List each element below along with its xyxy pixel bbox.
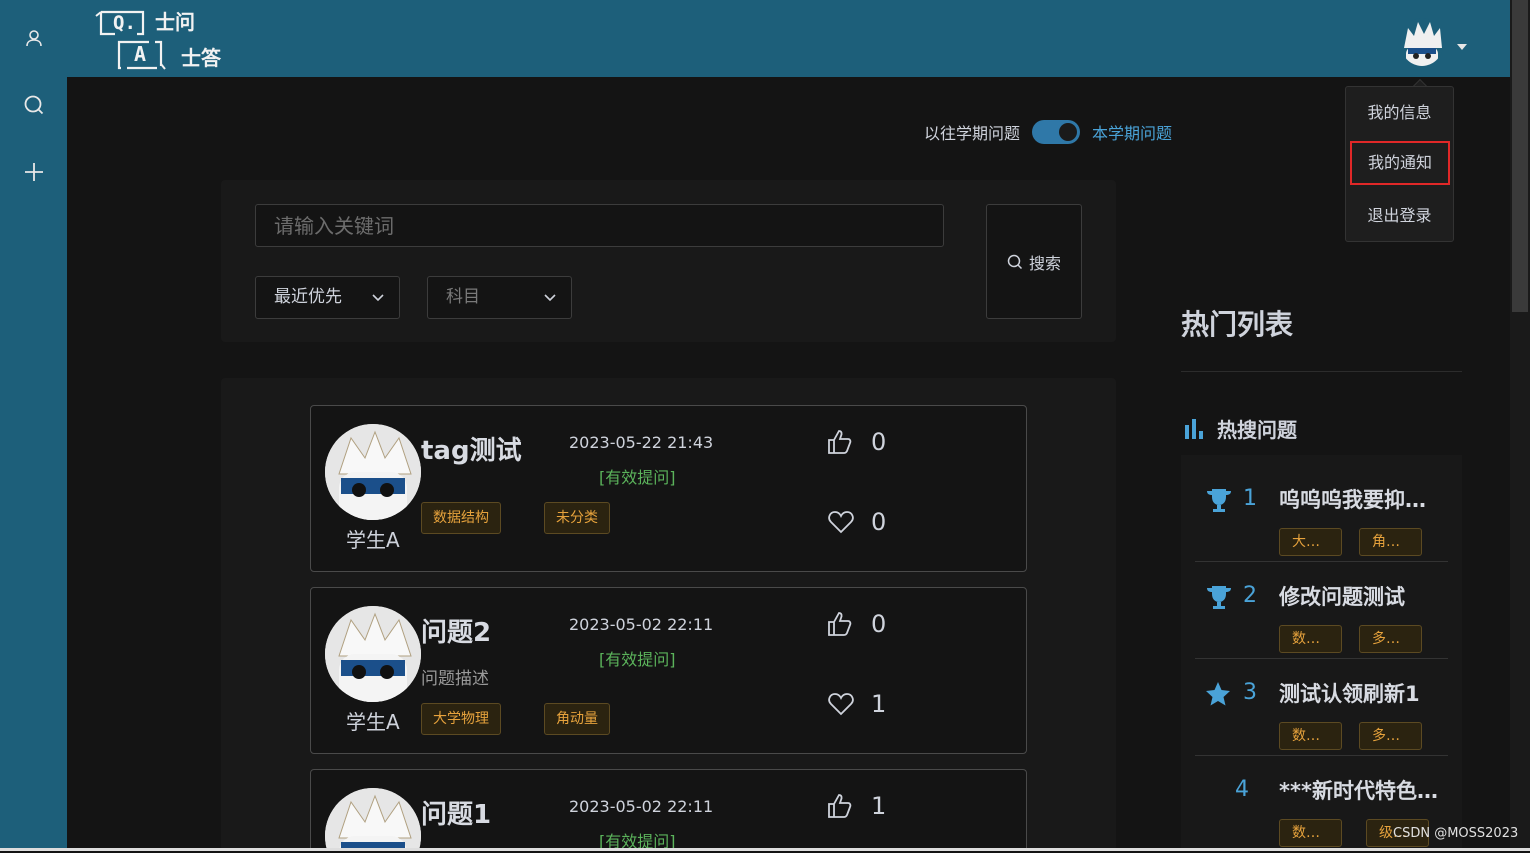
user-dropdown-menu: 我的信息 我的通知 退出登录	[1345, 86, 1454, 242]
like-metric: 0	[827, 610, 886, 638]
hot-item-tag[interactable]: 多…	[1359, 625, 1422, 653]
subject-select-value: 科目	[446, 287, 480, 307]
question-avatar	[325, 606, 421, 702]
chevron-down-icon	[544, 294, 556, 302]
hot-rank: 1	[1243, 486, 1257, 511]
question-title[interactable]: 问题1	[421, 794, 491, 831]
hot-item-tag[interactable]: 数…	[1279, 722, 1342, 750]
like-count: 0	[871, 428, 887, 456]
question-status: [有效提问]	[599, 650, 676, 669]
favorite-count: 1	[871, 690, 887, 718]
question-title[interactable]: 问题2	[421, 612, 491, 649]
menu-item-logout[interactable]: 退出登录	[1346, 196, 1453, 236]
favorite-metric: 0	[827, 508, 886, 536]
question-card[interactable]: 问题1 2023-05-02 22:11 [有效提问] 1	[310, 769, 1027, 851]
sort-select-value: 最近优先	[274, 287, 342, 307]
question-title[interactable]: tag测试	[421, 430, 522, 467]
logo-line1: 士问	[155, 10, 195, 34]
hot-item-tag[interactable]: 角…	[1359, 528, 1422, 556]
hot-list-title: 热门列表	[1181, 308, 1294, 341]
question-card[interactable]: 学生A 问题2 问题描述 2023-05-02 22:11 [有效提问] 大学物…	[310, 587, 1027, 754]
question-tag[interactable]: 未分类	[544, 502, 610, 534]
hot-item-title[interactable]: 测试认领刷新1	[1279, 678, 1420, 708]
hot-item-title[interactable]: 呜呜呜我要抑…	[1279, 484, 1426, 514]
favorite-count: 0	[871, 508, 887, 536]
watermark: CSDN @MOSS2023	[1393, 826, 1519, 841]
question-avatar	[325, 424, 421, 520]
thumbs-up-icon[interactable]	[827, 793, 855, 819]
question-user: 学生A	[346, 528, 400, 552]
user-icon[interactable]	[20, 24, 48, 52]
scrollbar-thumb[interactable]	[1512, 0, 1528, 312]
divider	[1181, 371, 1462, 372]
question-user: 学生A	[346, 710, 400, 734]
question-date: 2023-05-02 22:11	[569, 615, 714, 634]
hot-item-title[interactable]: ***新时代特色…	[1279, 775, 1438, 805]
logo-a: A	[134, 42, 147, 66]
add-icon[interactable]	[20, 158, 48, 186]
search-button-label: 搜索	[1028, 253, 1061, 273]
search-icon[interactable]	[20, 91, 48, 119]
like-count: 0	[871, 610, 887, 638]
logo-q: Q.	[113, 12, 136, 34]
user-avatar[interactable]	[1400, 18, 1444, 66]
chevron-down-icon	[372, 294, 384, 302]
term-toggle-row: 以往学期问题 本学期问题	[924, 118, 1172, 146]
hot-item-tag[interactable]: 数…	[1279, 819, 1342, 847]
question-avatar	[325, 788, 421, 851]
sidebar	[0, 0, 67, 851]
star-icon	[1206, 682, 1230, 706]
search-panel: 最近优先 科目 搜索	[221, 180, 1116, 342]
sort-select[interactable]: 最近优先	[255, 276, 400, 319]
top-header: Q. A 士问 士答	[67, 0, 1510, 77]
hot-item[interactable]: 1 呜呜呜我要抑… 大… 角…	[1195, 465, 1448, 562]
hot-item[interactable]: 3 测试认领刷新1 数… 多…	[1195, 659, 1448, 756]
heart-icon[interactable]	[827, 509, 855, 535]
thumbs-up-icon[interactable]	[827, 429, 855, 455]
question-tag[interactable]: 角动量	[544, 703, 610, 735]
trophy-icon	[1207, 489, 1231, 512]
question-date: 2023-05-02 22:11	[569, 797, 714, 816]
hot-item-title[interactable]: 修改问题测试	[1279, 581, 1405, 611]
logo-line2: 士答	[181, 46, 221, 70]
hot-item-tag[interactable]: 多…	[1359, 722, 1422, 750]
question-card[interactable]: 学生A tag测试 2023-05-22 21:43 [有效提问] 数据结构 未…	[310, 405, 1027, 572]
question-status: [有效提问]	[599, 468, 676, 487]
toggle-right-label: 本学期问题	[1092, 124, 1173, 143]
bar-chart-icon	[1185, 418, 1203, 439]
question-tag[interactable]: 大学物理	[421, 703, 501, 735]
question-desc: 问题描述	[421, 669, 489, 689]
favorite-metric: 1	[827, 690, 886, 718]
menu-item-my-notifications[interactable]: 我的通知	[1350, 141, 1450, 185]
subject-select[interactable]: 科目	[427, 276, 572, 319]
hot-item[interactable]: 2 修改问题测试 数… 多…	[1195, 562, 1448, 659]
trophy-icon	[1207, 586, 1231, 609]
hot-rank: 4	[1235, 777, 1249, 802]
like-metric: 1	[827, 792, 886, 820]
search-button[interactable]: 搜索	[986, 204, 1082, 319]
toggle-left-label: 以往学期问题	[924, 124, 1021, 143]
question-date: 2023-05-22 21:43	[569, 433, 714, 452]
hot-search-heading: 热搜问题	[1183, 414, 1297, 443]
hot-rank: 2	[1243, 583, 1257, 608]
chevron-down-icon[interactable]	[1457, 44, 1467, 50]
logo[interactable]: Q. A 士问 士答	[93, 6, 233, 72]
hot-search-label: 热搜问题	[1217, 418, 1297, 442]
term-switch[interactable]	[1032, 120, 1081, 144]
hot-item-tag[interactable]: 大…	[1279, 528, 1342, 556]
hot-item-tag[interactable]: 数…	[1279, 625, 1342, 653]
like-metric: 0	[827, 428, 886, 456]
thumbs-up-icon[interactable]	[827, 611, 855, 637]
question-tag[interactable]: 数据结构	[421, 502, 501, 534]
heart-icon[interactable]	[827, 691, 855, 717]
menu-item-my-info[interactable]: 我的信息	[1346, 93, 1453, 133]
search-input[interactable]	[255, 204, 944, 247]
search-icon	[1007, 254, 1023, 269]
hot-rank: 3	[1243, 680, 1257, 705]
like-count: 1	[871, 792, 887, 820]
